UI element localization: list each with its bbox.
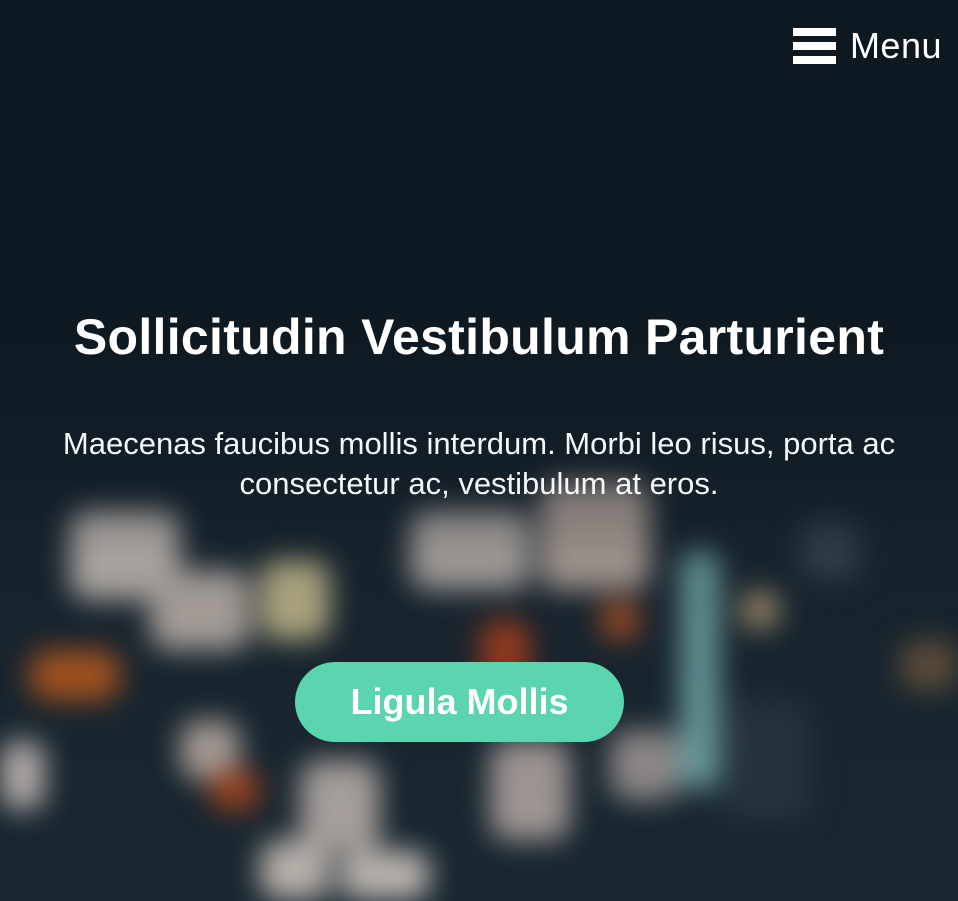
hero-lead-text: Maecenas faucibus mollis interdum. Morbi… [62, 426, 896, 501]
hero-headline: Sollicitudin Vestibulum Parturient [73, 309, 885, 365]
hamburger-icon [792, 28, 836, 64]
menu-button[interactable]: Menu [792, 25, 942, 66]
hero-section: Menu Sollicitudin Vestibulum Parturient … [0, 0, 958, 901]
menu-label: Menu [849, 25, 942, 66]
cta-button[interactable]: Ligula Mollis [295, 662, 624, 742]
